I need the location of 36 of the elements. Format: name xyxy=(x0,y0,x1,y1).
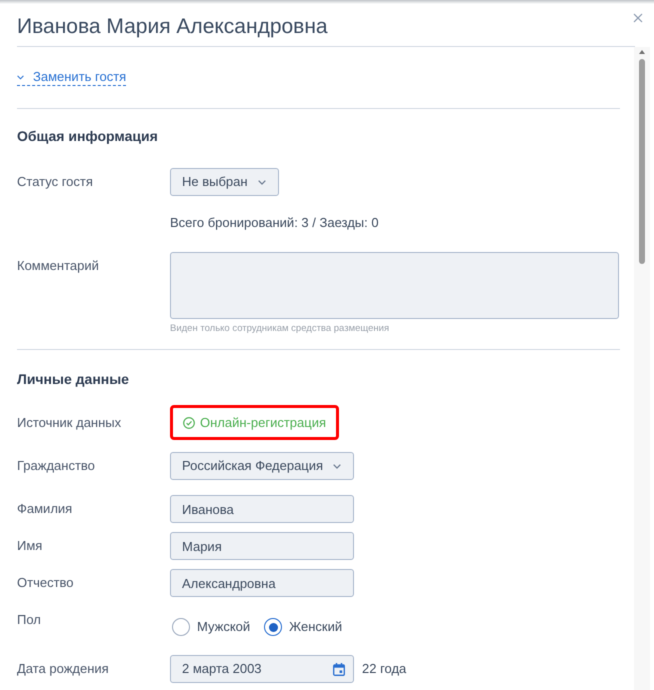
comment-field[interactable] xyxy=(170,252,619,319)
field-label: Фамилия xyxy=(17,501,74,517)
field-label: Имя xyxy=(17,538,44,554)
scrollbar-thumb[interactable] xyxy=(639,59,645,264)
field-label: Пол xyxy=(17,612,42,628)
calendar-icon[interactable] xyxy=(333,662,345,676)
radio-option[interactable]: Мужской xyxy=(172,618,250,636)
date-value: 2 марта 2003 xyxy=(182,660,262,678)
field-label: Гражданство xyxy=(17,458,96,474)
check-circle-icon xyxy=(183,416,195,428)
radio-option[interactable]: Женский xyxy=(264,618,342,636)
bookings-count-text: Всего бронирований: 3 / Заезды: 0 xyxy=(170,215,379,231)
window-title: Иванова Мария Александровна xyxy=(17,14,328,40)
scroll-up-arrow-icon[interactable] xyxy=(639,50,645,54)
close-button[interactable] xyxy=(632,12,644,24)
select-dropdown[interactable]: Российская Федерация xyxy=(170,452,354,480)
field-label: Отчество xyxy=(17,575,75,591)
hint-text: Виден только сотрудникам средства размещения xyxy=(170,323,390,335)
chevron-down-icon xyxy=(333,464,342,468)
text-field[interactable]: Мария xyxy=(170,532,354,560)
chevron-down-icon xyxy=(258,180,266,184)
field-label: Статус гостя xyxy=(17,174,94,190)
text-field[interactable]: Иванова xyxy=(170,495,354,523)
field-label: Источник данных xyxy=(17,414,122,430)
text-field[interactable]: Александровна xyxy=(170,569,354,597)
section-heading: Общая информация xyxy=(17,127,158,145)
field-label: Дата рождения xyxy=(17,661,110,677)
date-field[interactable]: 2 марта 2003 xyxy=(170,655,354,683)
replace-guest-link[interactable]: Заменить гостя xyxy=(17,69,126,86)
field-label: Комментарий xyxy=(17,257,100,274)
data-source-text: Онлайн-регистрация xyxy=(200,414,326,430)
section-heading: Личные данные xyxy=(17,370,129,388)
age-text: 22 года xyxy=(362,660,406,678)
close-icon xyxy=(633,13,643,23)
select-dropdown[interactable]: Не выбран xyxy=(170,168,279,196)
scrollbar-track[interactable] xyxy=(634,47,650,690)
